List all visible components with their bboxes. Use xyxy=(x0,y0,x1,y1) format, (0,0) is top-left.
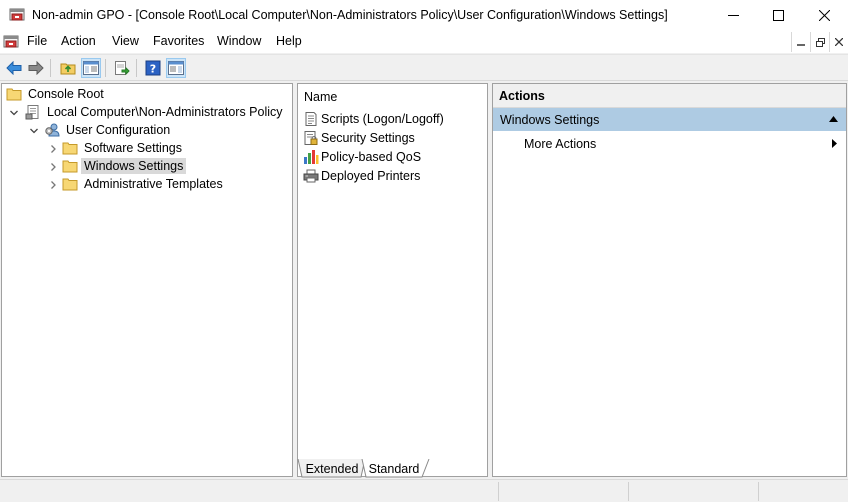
menu-file[interactable]: File xyxy=(27,34,47,48)
mdi-window-controls xyxy=(791,31,848,53)
actions-header: Actions xyxy=(493,84,846,108)
window-title: Non-admin GPO - [Console Root\Local Comp… xyxy=(32,8,668,22)
tree-item-local-computer-policy[interactable]: Local Computer\Non-Administrators Policy xyxy=(25,103,286,121)
view-tabs: Extended Standard xyxy=(297,459,488,478)
maximize-icon xyxy=(772,10,784,21)
menu-help[interactable]: Help xyxy=(276,34,302,48)
tree-item-software-settings[interactable]: Software Settings xyxy=(62,139,185,157)
folder-icon xyxy=(62,178,78,191)
submenu-arrow-icon[interactable] xyxy=(832,139,837,148)
chevron-right-icon[interactable] xyxy=(48,144,58,154)
menu-bar: File Action View Favorites Window Help xyxy=(0,31,848,53)
close-icon xyxy=(818,10,830,21)
toolbar-separator xyxy=(50,59,51,77)
mdi-minimize-button[interactable] xyxy=(791,32,810,52)
security-icon xyxy=(304,131,318,145)
close-button[interactable] xyxy=(801,0,847,31)
list-item-security-settings[interactable]: Security Settings xyxy=(303,129,415,147)
show-hide-action-pane-icon xyxy=(168,61,184,75)
minimize-button[interactable] xyxy=(710,0,756,31)
back-button[interactable] xyxy=(4,58,24,78)
maximize-button[interactable] xyxy=(755,0,801,31)
mdi-restore-icon xyxy=(815,37,825,47)
show-hide-tree-icon xyxy=(83,61,99,75)
menu-favorites[interactable]: Favorites xyxy=(153,34,204,48)
toolbar: ? xyxy=(0,54,848,81)
status-segment xyxy=(758,482,848,501)
user-config-icon xyxy=(45,123,60,137)
menu-action[interactable]: Action xyxy=(61,34,96,48)
folder-icon xyxy=(62,160,78,173)
results-list-pane: Name Scripts (Logon/Logoff) Security Set… xyxy=(297,83,488,477)
toolbar-separator xyxy=(136,59,137,77)
tree-item-user-configuration[interactable]: User Configuration xyxy=(44,121,173,139)
printer-icon xyxy=(303,169,319,183)
status-bar xyxy=(0,479,848,502)
minimize-icon xyxy=(727,15,739,16)
show-hide-console-tree-button[interactable] xyxy=(81,58,101,78)
list-item-deployed-printers[interactable]: Deployed Printers xyxy=(303,167,420,185)
mdi-close-button[interactable] xyxy=(829,32,848,52)
tab-extended[interactable]: Extended xyxy=(303,459,361,478)
folder-icon xyxy=(6,88,22,101)
collapse-triangle-icon[interactable] xyxy=(829,116,838,122)
tree-item-console-root[interactable]: Console Root xyxy=(6,85,107,103)
list-item-scripts[interactable]: Scripts (Logon/Logoff) xyxy=(303,110,444,128)
status-segment xyxy=(498,482,628,501)
policy-document-icon xyxy=(25,105,39,120)
forward-arrow-icon xyxy=(28,61,44,75)
folder-icon xyxy=(62,142,78,155)
mdi-close-icon xyxy=(835,38,843,46)
help-button[interactable]: ? xyxy=(143,58,163,78)
back-arrow-icon xyxy=(6,61,22,75)
system-menu-icon[interactable] xyxy=(3,34,19,50)
show-hide-action-pane-button[interactable] xyxy=(166,58,186,78)
up-one-level-button[interactable] xyxy=(58,58,78,78)
help-icon: ? xyxy=(145,60,161,76)
tab-standard[interactable]: Standard xyxy=(365,459,423,478)
mmc-window: Non-admin GPO - [Console Root\Local Comp… xyxy=(0,0,848,502)
svg-text:?: ? xyxy=(150,63,156,76)
menu-view[interactable]: View xyxy=(112,34,139,48)
chevron-right-icon[interactable] xyxy=(48,162,58,172)
gpo-app-icon xyxy=(9,8,25,21)
chevron-right-icon[interactable] xyxy=(48,180,58,190)
tree-item-administrative-templates[interactable]: Administrative Templates xyxy=(62,175,226,193)
export-list-button[interactable] xyxy=(112,58,132,78)
up-folder-icon xyxy=(60,63,76,75)
qos-chart-icon xyxy=(304,150,319,164)
forward-button[interactable] xyxy=(26,58,46,78)
more-actions-item[interactable]: More Actions xyxy=(524,137,596,151)
mdi-restore-button[interactable] xyxy=(810,32,829,52)
mdi-minimize-icon xyxy=(797,44,805,46)
toolbar-separator xyxy=(105,59,106,77)
title-bar: Non-admin GPO - [Console Root\Local Comp… xyxy=(0,0,848,31)
actions-pane: Actions Windows Settings More Actions xyxy=(492,83,847,477)
chevron-down-icon[interactable] xyxy=(29,126,39,136)
status-segment xyxy=(628,482,758,501)
actions-section-windows-settings[interactable]: Windows Settings xyxy=(493,108,846,131)
name-column-header[interactable]: Name xyxy=(304,90,337,104)
export-list-icon xyxy=(115,61,130,76)
script-icon xyxy=(305,112,317,126)
list-item-policy-based-qos[interactable]: Policy-based QoS xyxy=(303,148,421,166)
chevron-down-icon[interactable] xyxy=(9,108,19,118)
tree-item-windows-settings[interactable]: Windows Settings xyxy=(62,157,187,175)
console-tree-pane: Console Root Local Computer\Non-Administ… xyxy=(1,83,293,477)
menu-window[interactable]: Window xyxy=(217,34,261,48)
